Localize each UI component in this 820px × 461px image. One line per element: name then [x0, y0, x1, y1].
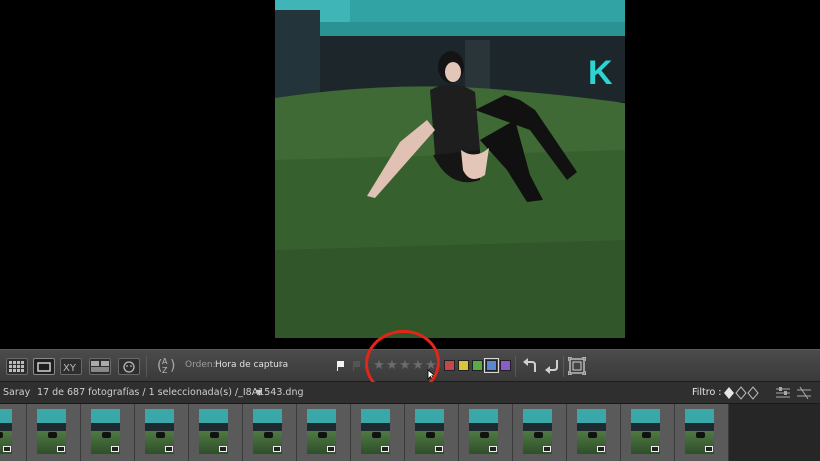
filmstrip-thumbnail[interactable] [675, 404, 729, 461]
filmstrip-thumbnail[interactable] [405, 404, 459, 461]
thumbnail-image [361, 409, 390, 454]
filmstrip-thumbnail[interactable] [0, 404, 27, 461]
filmstrip-thumbnail[interactable] [513, 404, 567, 461]
survey-view-icon [91, 361, 109, 372]
svg-text:): ) [170, 358, 175, 374]
photo-image: K [275, 0, 625, 338]
library-toolbar: XY ( A Z ) Orden: Hora de captura ⬍ ★ ★ [0, 349, 820, 382]
status-dropdown-icon[interactable]: ▼ [256, 388, 262, 397]
thumbnail-image [307, 409, 336, 454]
filmstrip-thumbnail[interactable] [567, 404, 621, 461]
flag-filter-icons[interactable] [724, 386, 764, 400]
filmstrip-thumbnail[interactable] [81, 404, 135, 461]
grid-view-button[interactable] [6, 358, 28, 375]
svg-text:Z: Z [162, 366, 168, 375]
thumbnail-image [199, 409, 228, 454]
loupe-view-icon [37, 361, 51, 372]
sort-az-icon: ( A Z ) [157, 357, 175, 375]
filmstrip-thumbnail[interactable] [459, 404, 513, 461]
filmstrip-thumbnail[interactable] [27, 404, 81, 461]
star-4-icon[interactable]: ★ [412, 359, 424, 373]
thumbnail-image [145, 409, 174, 454]
toolbar-divider [563, 356, 564, 377]
filter-switch-icon[interactable] [797, 386, 811, 400]
building-sign-text: K [588, 54, 613, 92]
thumbnail-image [469, 409, 498, 454]
thumbnail-image [37, 409, 66, 454]
color-label-green[interactable] [472, 360, 483, 371]
thumbnail-image [685, 409, 714, 454]
color-label-blue[interactable] [484, 358, 499, 373]
reject-flag-icon[interactable] [352, 360, 362, 372]
thumbnail-image [631, 409, 660, 454]
thumbnail-image [523, 409, 552, 454]
star-3-icon[interactable]: ★ [399, 359, 411, 373]
filmstrip-thumbnail[interactable] [297, 404, 351, 461]
star-2-icon[interactable]: ★ [386, 359, 398, 373]
filmstrip-thumbnail[interactable] [621, 404, 675, 461]
survey-view-button[interactable] [89, 358, 111, 375]
filmstrip-info-bar: Saray 17 de 687 fotografías / 1 seleccio… [0, 382, 820, 404]
sort-label: Orden: [185, 360, 216, 370]
filmstrip[interactable] [0, 404, 820, 461]
people-view-icon [123, 360, 135, 373]
selection-status-text[interactable]: 17 de 687 fotografías / 1 seleccionada(s… [37, 387, 304, 398]
compare-view-icon: XY [63, 363, 77, 372]
thumbnail-image [577, 409, 606, 454]
filmstrip-thumbnail[interactable] [189, 404, 243, 461]
filter-settings-icon[interactable] [776, 386, 790, 400]
color-label-yellow[interactable] [458, 360, 469, 371]
grid-view-icon [9, 361, 24, 372]
svg-text:A: A [162, 357, 168, 366]
people-view-button[interactable] [118, 358, 140, 375]
rotate-left-icon[interactable] [522, 358, 538, 374]
thumbnail-image [91, 409, 120, 454]
toolbar-divider [146, 356, 147, 377]
star-1-icon[interactable]: ★ [373, 359, 385, 373]
thumbnail-image [415, 409, 444, 454]
pick-flag-icon[interactable] [336, 360, 346, 372]
toolbar-divider [515, 356, 516, 377]
filmstrip-thumbnail[interactable] [351, 404, 405, 461]
compare-view-button[interactable]: XY [60, 358, 82, 375]
color-label-red[interactable] [444, 360, 455, 371]
color-label-purple[interactable] [500, 360, 511, 371]
source-folder-name[interactable]: Saray [3, 387, 30, 398]
mouse-cursor-icon [427, 369, 436, 381]
main-photo[interactable]: K [275, 0, 625, 338]
svg-text:XY: XY [63, 363, 77, 372]
thumbnail-image [0, 409, 12, 454]
filter-label: Filtro : [692, 387, 722, 398]
thumbnail-image [253, 409, 282, 454]
sort-dropdown-icon[interactable]: ⬍ [277, 360, 284, 369]
loupe-viewer: K [0, 0, 820, 349]
filmstrip-thumbnail[interactable] [243, 404, 297, 461]
filmstrip-thumbnail[interactable] [135, 404, 189, 461]
crop-overlay-icon[interactable] [568, 357, 586, 375]
loupe-view-button[interactable] [33, 358, 55, 375]
sort-direction-icon[interactable]: ( A Z ) [156, 355, 178, 377]
rotate-right-icon[interactable] [544, 358, 560, 374]
